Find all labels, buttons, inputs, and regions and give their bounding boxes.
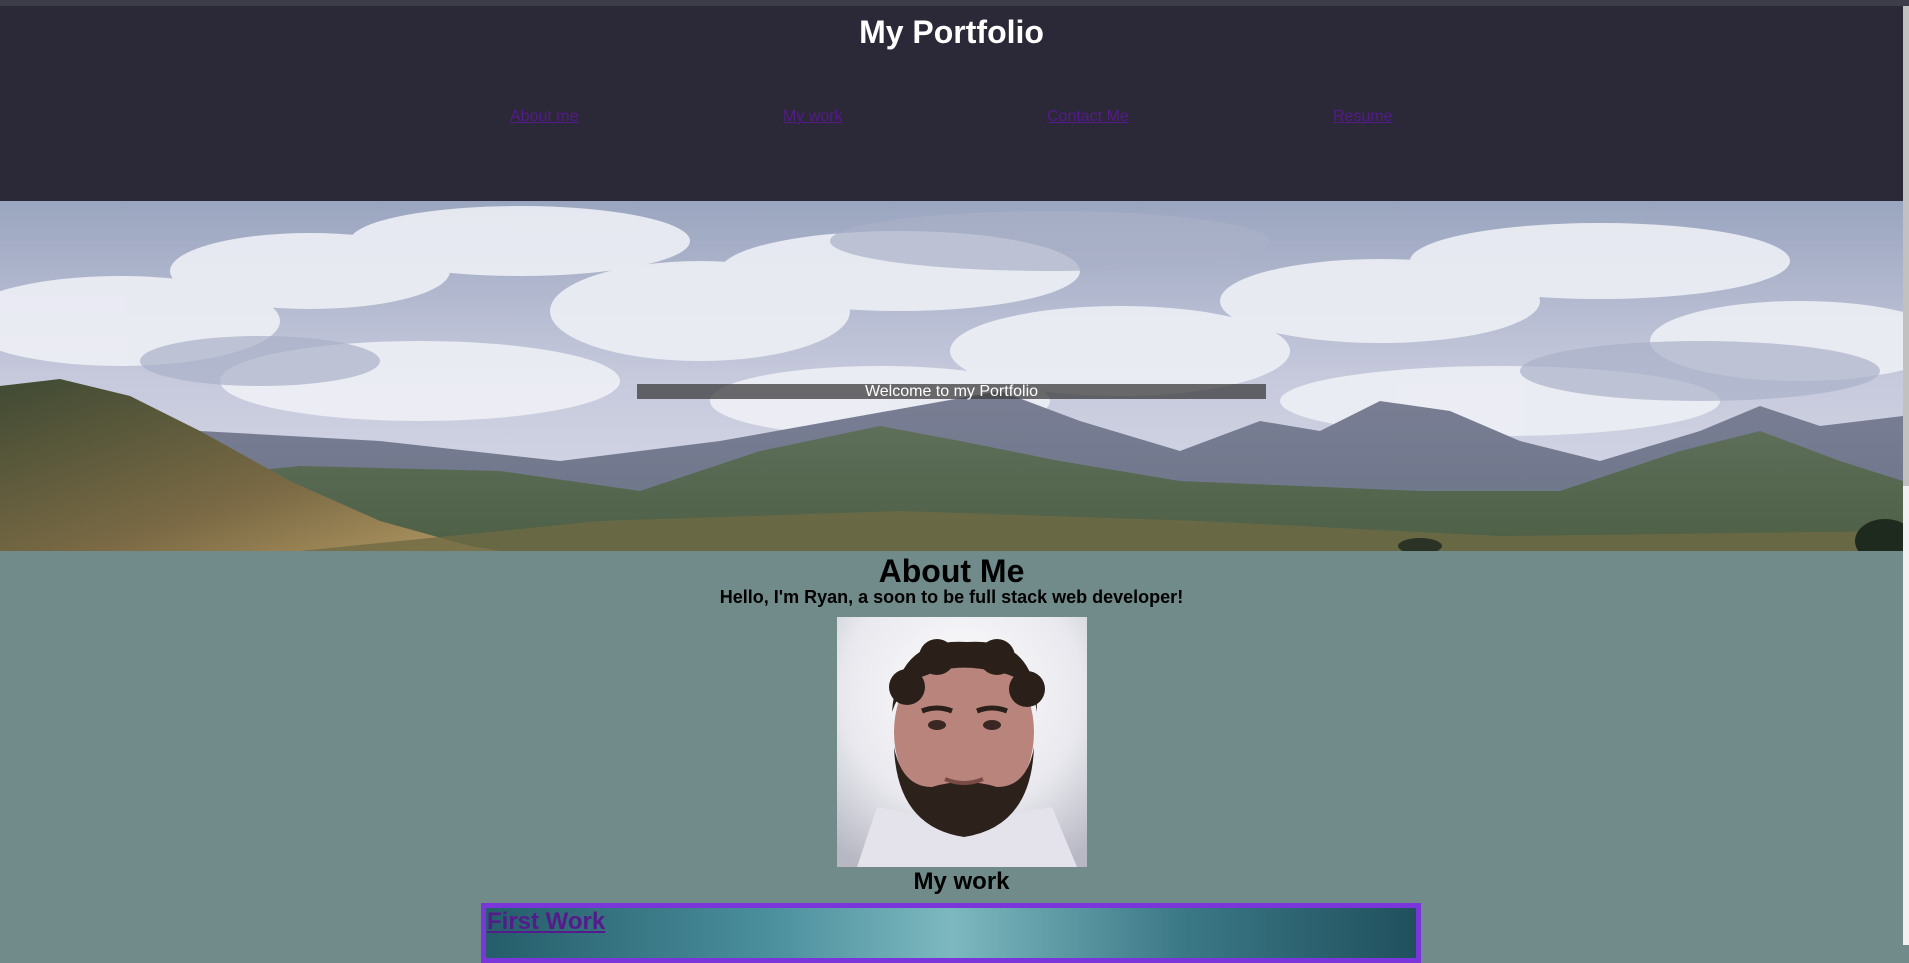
site-header: My Portfolio About me My work Contact Me… <box>0 6 1903 201</box>
profile-photo <box>837 617 1087 867</box>
work-card-title-link[interactable]: First Work <box>486 908 605 936</box>
work-heading: My work <box>913 868 1010 895</box>
about-heading: About Me <box>878 553 1025 589</box>
site-title: My Portfolio <box>859 14 1044 50</box>
hero-caption: Welcome to my Portfolio <box>637 384 1266 400</box>
nav-link-contact-me[interactable]: Contact Me <box>1047 100 1129 134</box>
scrollbar-thumb[interactable] <box>1903 6 1909 486</box>
about-intro: Hello, I'm Ryan, a soon to be full stack… <box>719 587 1184 607</box>
nav-link-about-me[interactable]: About me <box>510 100 578 134</box>
work-card[interactable]: First Work <box>481 903 1421 963</box>
hero-banner <box>0 201 1903 551</box>
avatar <box>837 617 1087 867</box>
hero-mountain-image <box>0 201 1903 551</box>
nav-link-resume[interactable]: Resume <box>1333 100 1393 134</box>
nav-link-my-work[interactable]: My work <box>783 100 843 134</box>
